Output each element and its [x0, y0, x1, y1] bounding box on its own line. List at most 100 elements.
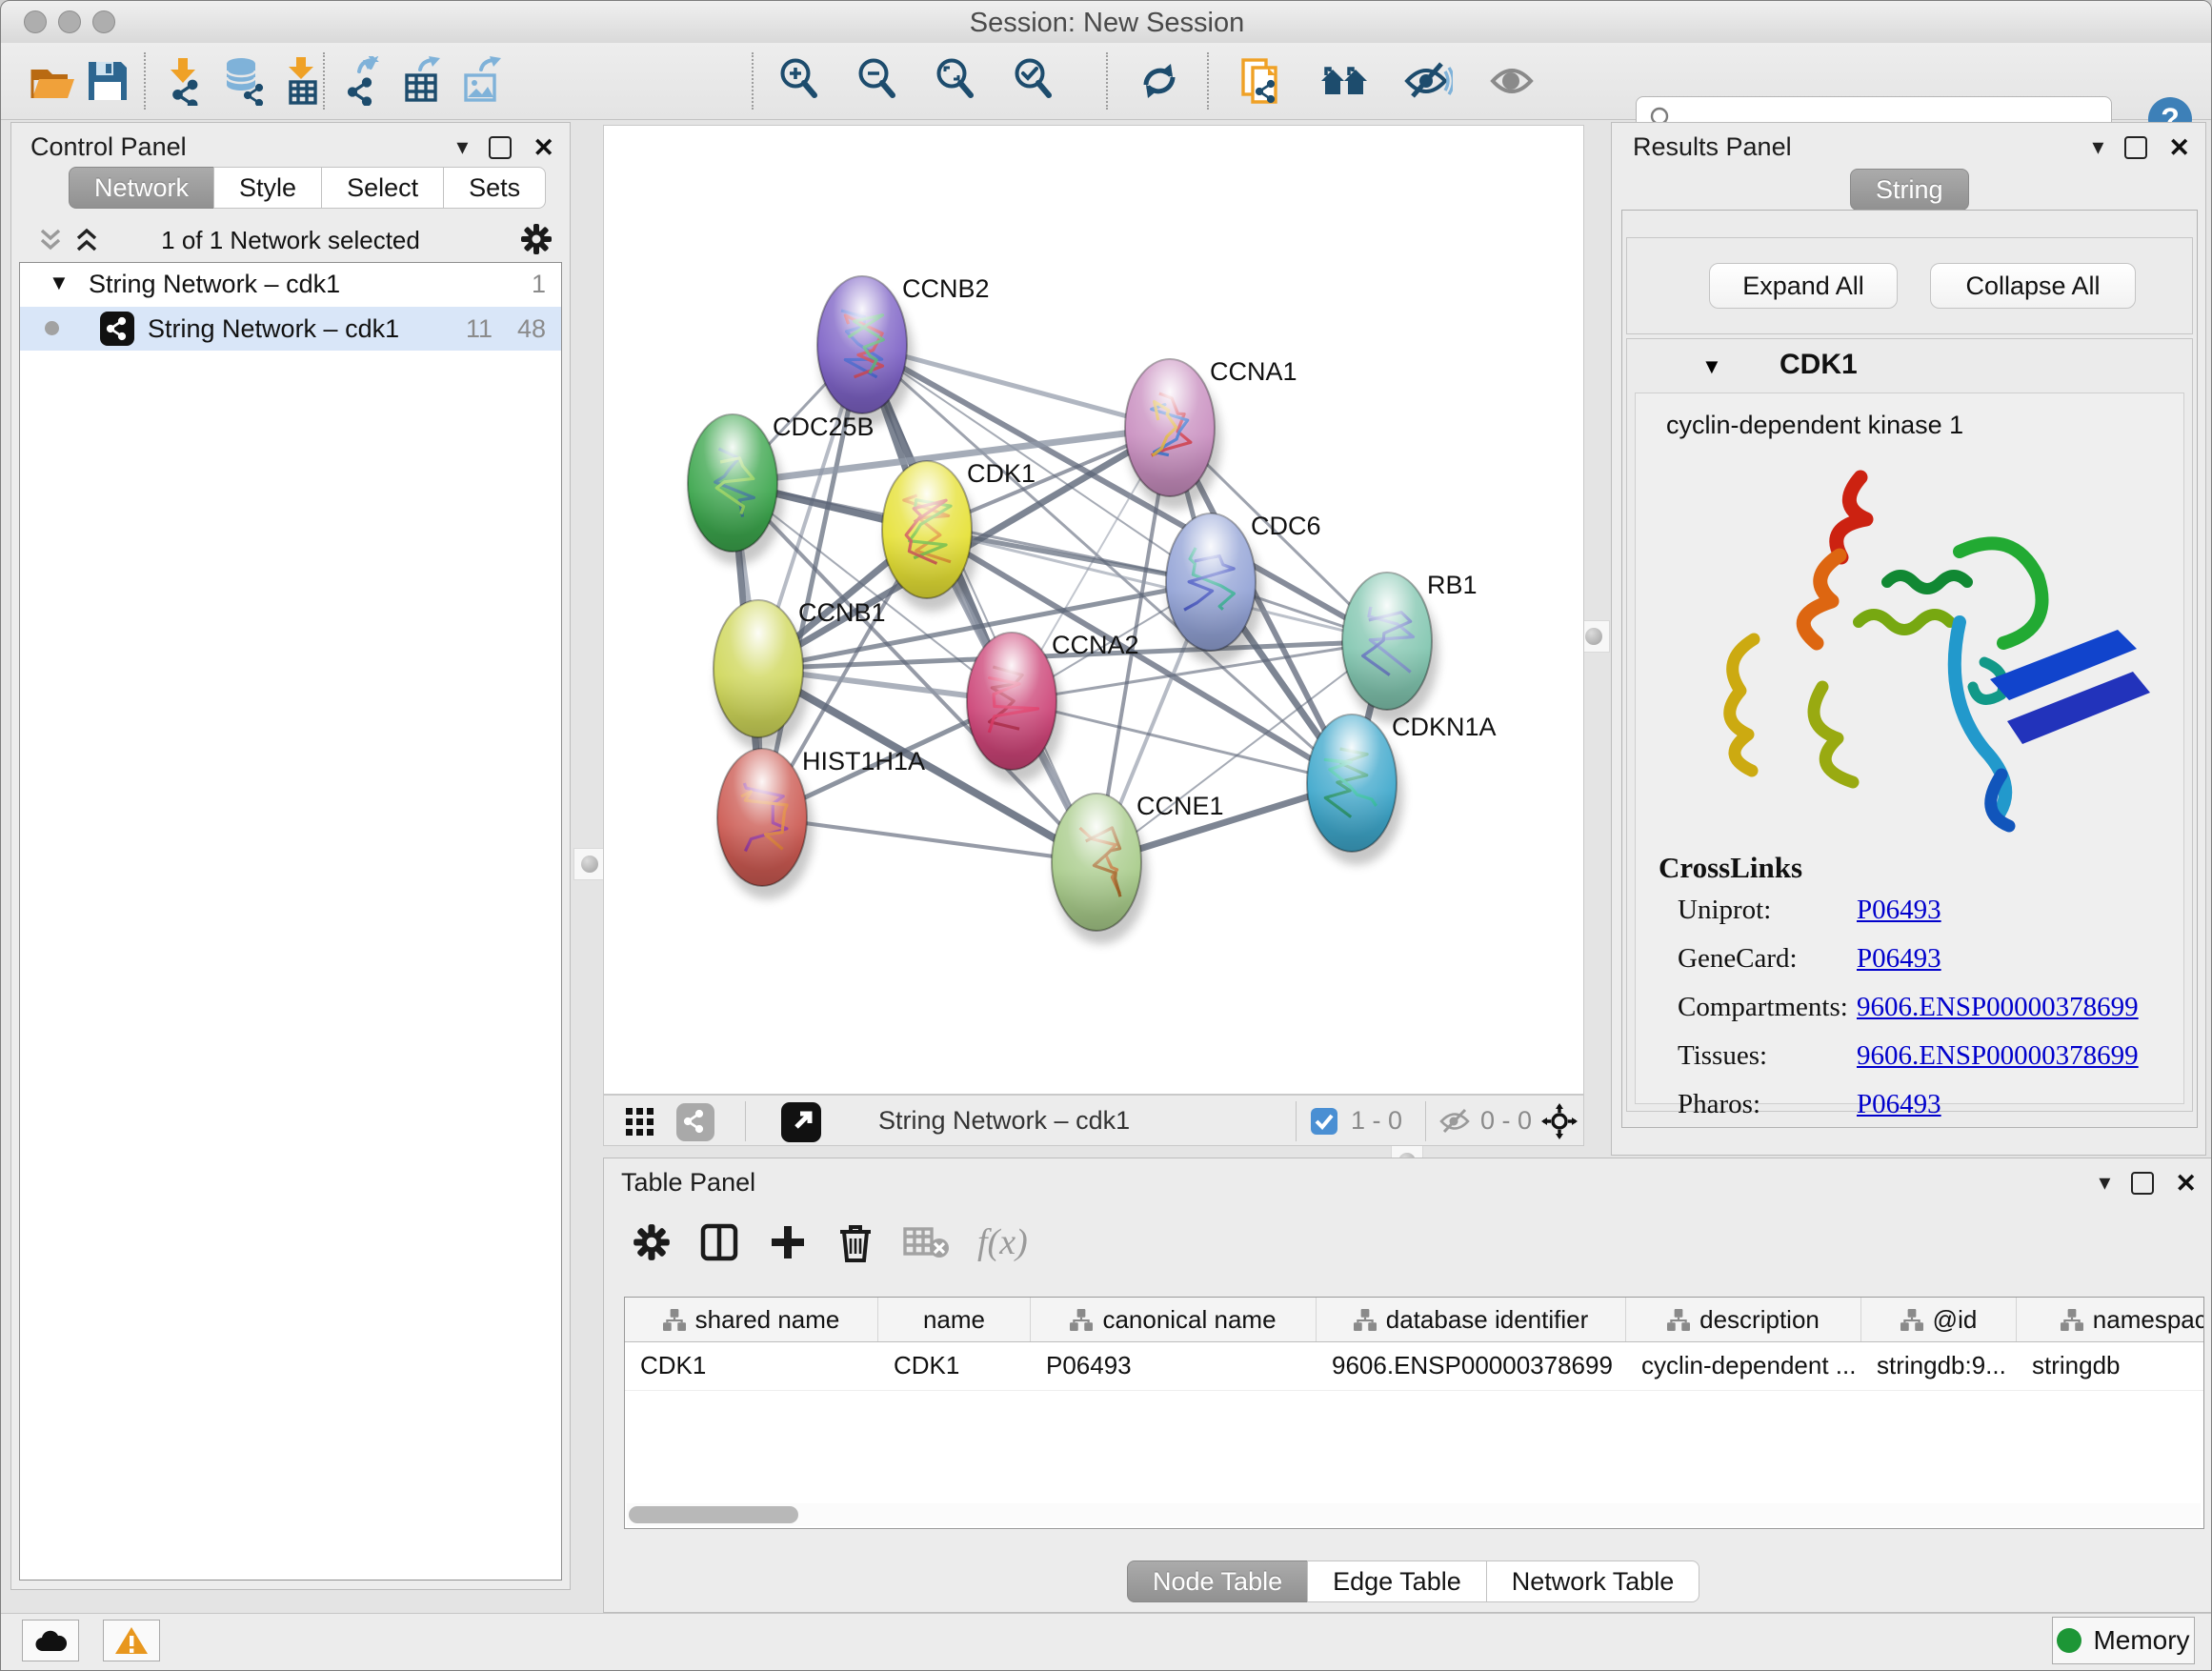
float-panel-icon[interactable] [2131, 1172, 2154, 1195]
export-table-icon[interactable] [397, 56, 447, 106]
left-splitter-grip[interactable] [573, 848, 606, 880]
crosslink-label: Compartments: [1678, 992, 1848, 1023]
birds-eye-view-icon[interactable] [625, 1107, 655, 1137]
crosslink-link[interactable]: P06493 [1857, 1089, 1941, 1120]
crosslink-row: Uniprot: P06493 [1636, 887, 2183, 936]
export-image-icon[interactable] [456, 56, 506, 106]
zoom-in-icon[interactable] [776, 56, 826, 106]
close-panel-icon[interactable]: ✕ [533, 138, 554, 157]
panel-menu-icon[interactable]: ▾ [456, 138, 468, 157]
show-all-icon[interactable] [1489, 56, 1538, 106]
cell-name[interactable]: CDK1 [878, 1342, 1031, 1390]
close-panel-icon[interactable]: ✕ [2168, 138, 2190, 157]
open-session-icon[interactable] [28, 56, 77, 106]
tab-network[interactable]: Network [69, 167, 214, 209]
tab-select[interactable]: Select [321, 167, 444, 209]
tab-edge-table[interactable]: Edge Table [1307, 1560, 1487, 1602]
scrollbar-thumb[interactable] [629, 1506, 798, 1523]
warnings-button[interactable] [103, 1620, 160, 1661]
import-network-from-file-icon[interactable] [159, 56, 209, 106]
crosslink-label: Pharos: [1678, 1089, 1760, 1120]
table-row[interactable]: CDK1 CDK1 P06493 9606.ENSP00000378699 cy… [625, 1342, 2203, 1391]
tab-sets[interactable]: Sets [443, 167, 546, 209]
column-header[interactable]: @id [1861, 1298, 2017, 1341]
zoom-selected-icon[interactable] [1011, 56, 1060, 106]
toolbar-separator [323, 52, 325, 110]
table-panel-title: Table Panel [621, 1168, 755, 1198]
crosslink-link[interactable]: 9606.ENSP00000378699 [1857, 992, 2139, 1023]
cell-canonical-name[interactable]: P06493 [1031, 1342, 1317, 1390]
column-header[interactable]: namespace [2017, 1298, 2204, 1341]
crosslink-link[interactable]: P06493 [1857, 895, 1941, 926]
network-canvas[interactable]: CCNB2CCNA1CDC25BCDK1CDC6RB1CCNB1CCNA2CDK… [603, 125, 1584, 1095]
network-name: String Network – cdk1 [148, 314, 399, 344]
import-table-from-file-icon[interactable] [277, 56, 327, 106]
network-row-selected[interactable]: String Network – cdk1 11 48 [20, 307, 561, 351]
close-panel-icon[interactable]: ✕ [2175, 1174, 2197, 1193]
network-tree: ▼ String Network – cdk1 1 String Network… [19, 262, 562, 1580]
network-options-gear-icon[interactable] [520, 223, 553, 255]
column-header[interactable]: canonical name [1031, 1298, 1317, 1341]
column-header[interactable]: name [878, 1298, 1031, 1341]
open-in-window-icon[interactable] [781, 1102, 821, 1142]
cloud-button[interactable] [22, 1620, 79, 1661]
cell-namespace[interactable]: stringdb [2017, 1342, 2204, 1390]
save-session-icon[interactable] [83, 56, 132, 106]
memory-button[interactable]: Memory [2052, 1617, 2195, 1664]
column-header[interactable]: shared name [625, 1298, 878, 1341]
network-type-icon[interactable] [676, 1103, 714, 1141]
node-table: shared name name canonical name database… [624, 1297, 2204, 1529]
import-network-from-database-icon[interactable] [218, 56, 268, 106]
crosslink-label: GeneCard: [1678, 943, 1798, 975]
pan-crosshair-icon[interactable] [1541, 1103, 1578, 1139]
create-column-icon[interactable] [768, 1222, 808, 1262]
panel-menu-icon[interactable]: ▾ [2099, 1174, 2110, 1193]
collapse-all-button[interactable]: Collapse All [1930, 263, 2136, 309]
hide-selected-icon[interactable] [1403, 56, 1453, 106]
float-panel-icon[interactable] [2124, 136, 2147, 159]
cell-description[interactable]: cyclin-dependent ... [1626, 1342, 1861, 1390]
delete-column-icon[interactable] [836, 1222, 875, 1262]
table-header-row: shared name name canonical name database… [625, 1298, 2203, 1342]
tree-expander-icon[interactable]: ▼ [49, 271, 70, 295]
crosslink-link[interactable]: 9606.ENSP00000378699 [1857, 1040, 2139, 1072]
column-header[interactable]: description [1626, 1298, 1861, 1341]
tab-string[interactable]: String [1850, 169, 1969, 211]
crosslink-link[interactable]: P06493 [1857, 943, 1941, 975]
refresh-network-icon[interactable] [1135, 56, 1184, 106]
zoom-fit-content-icon[interactable] [933, 56, 982, 106]
home-icon[interactable] [1319, 56, 1369, 106]
delete-table-icon[interactable] [903, 1225, 949, 1259]
table-options-gear-icon[interactable] [633, 1223, 671, 1261]
cell-shared-name[interactable]: CDK1 [625, 1342, 878, 1390]
float-panel-icon[interactable] [489, 136, 512, 159]
function-builder-icon[interactable]: f(x) [977, 1221, 1028, 1263]
tab-network-table[interactable]: Network Table [1486, 1560, 1700, 1602]
show-columns-icon[interactable] [699, 1222, 739, 1262]
network-collection-row[interactable]: ▼ String Network – cdk1 1 [20, 263, 561, 307]
gene-name-header: CDK1 [1780, 349, 1858, 381]
tab-node-table[interactable]: Node Table [1127, 1560, 1308, 1602]
section-expander-icon[interactable]: ▼ [1701, 354, 1722, 379]
node-label-CDKN1A: CDKN1A [1392, 713, 1497, 741]
tab-style[interactable]: Style [213, 167, 322, 209]
hidden-eye-icon[interactable] [1438, 1107, 1471, 1136]
expand-all-button[interactable]: Expand All [1709, 263, 1898, 309]
panel-menu-icon[interactable]: ▾ [2092, 138, 2103, 157]
gene-details: cyclin-dependent kinase 1 [1635, 393, 2184, 1104]
cell-database-identifier[interactable]: 9606.ENSP00000378699 [1317, 1342, 1626, 1390]
export-network-icon[interactable] [338, 56, 388, 106]
column-header[interactable]: database identifier [1317, 1298, 1626, 1341]
string-network-graph[interactable]: CCNB2CCNA1CDC25BCDK1CDC6RB1CCNB1CCNA2CDK… [604, 126, 1583, 1094]
crosslinks-title: CrossLinks [1659, 851, 1802, 885]
cloud-icon [33, 1628, 68, 1653]
network-selection-status: 1 of 1 Network selected [11, 226, 570, 255]
cell-id[interactable]: stringdb:9... [1861, 1342, 2017, 1390]
selected-checkbox-icon[interactable] [1311, 1108, 1337, 1135]
table-horizontal-scrollbar[interactable] [627, 1503, 2201, 1526]
duplicate-network-icon[interactable] [1236, 56, 1285, 106]
zoom-out-icon[interactable] [855, 56, 904, 106]
crosslink-row: Compartments: 9606.ENSP00000378699 [1636, 984, 2183, 1033]
node-label-CCNA2: CCNA2 [1052, 631, 1139, 659]
node-label-CDK1: CDK1 [967, 459, 1036, 488]
